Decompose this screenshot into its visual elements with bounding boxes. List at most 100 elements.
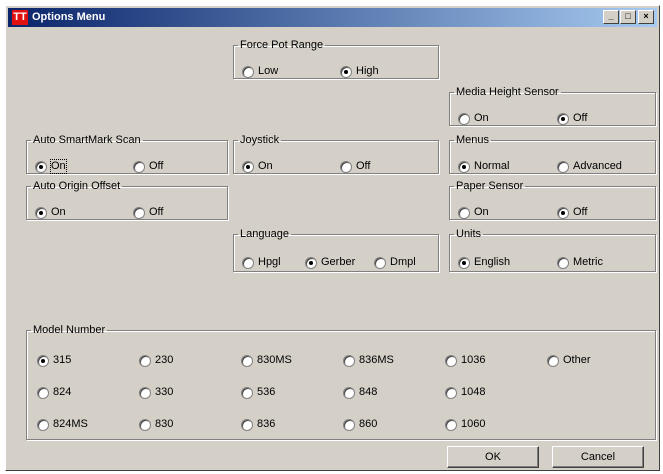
radio-label: Off bbox=[573, 112, 588, 124]
model-848-radio[interactable]: 848 bbox=[343, 386, 377, 399]
units-metric-radio[interactable]: Metric bbox=[557, 256, 603, 269]
ok-button[interactable]: OK bbox=[447, 446, 539, 468]
joystick-on-radio[interactable]: On bbox=[242, 160, 273, 173]
app-icon: TT bbox=[12, 10, 28, 25]
radio-circle[interactable] bbox=[305, 256, 317, 269]
radio-label: Off bbox=[573, 206, 588, 218]
radio-circle[interactable] bbox=[445, 354, 457, 367]
radio-label: 315 bbox=[53, 354, 72, 366]
radio-circle[interactable] bbox=[547, 354, 559, 367]
radio-label: Advanced bbox=[573, 160, 622, 172]
menus-normal-radio[interactable]: Normal bbox=[458, 160, 509, 173]
auto-smartmark-scan-group: Auto SmartMark Scan On Off bbox=[26, 134, 228, 174]
joystick-off-radio[interactable]: Off bbox=[340, 160, 370, 173]
paper-sensor-off-radio[interactable]: Off bbox=[557, 206, 587, 219]
radio-circle[interactable] bbox=[35, 206, 47, 219]
force-pot-range-low-radio[interactable]: Low bbox=[242, 65, 278, 78]
radio-circle[interactable] bbox=[242, 160, 254, 173]
radio-label: 836MS bbox=[359, 354, 394, 366]
radio-circle[interactable] bbox=[343, 354, 355, 367]
radio-circle[interactable] bbox=[241, 386, 253, 399]
radio-circle[interactable] bbox=[557, 160, 569, 173]
close-button[interactable]: × bbox=[638, 10, 654, 24]
model-836ms-radio[interactable]: 836MS bbox=[343, 354, 394, 367]
radio-label: On bbox=[474, 112, 489, 124]
radio-label: 1036 bbox=[461, 354, 486, 366]
auto-smartmark-scan-off-radio[interactable]: Off bbox=[133, 160, 163, 173]
maximize-button[interactable]: □ bbox=[620, 10, 636, 24]
auto-origin-offset-on-radio[interactable]: On bbox=[35, 206, 66, 219]
model-836-radio[interactable]: 836 bbox=[241, 418, 275, 431]
radio-circle[interactable] bbox=[458, 112, 470, 125]
model-824ms-radio[interactable]: 824MS bbox=[37, 418, 88, 431]
model-number-label: Model Number bbox=[33, 324, 106, 336]
media-height-sensor-on-radio[interactable]: On bbox=[458, 112, 489, 125]
radio-circle[interactable] bbox=[37, 386, 49, 399]
radio-circle[interactable] bbox=[374, 256, 386, 269]
language-hpgl-radio[interactable]: Hpgl bbox=[242, 256, 281, 269]
radio-circle[interactable] bbox=[139, 386, 151, 399]
radio-circle[interactable] bbox=[139, 418, 151, 431]
model-330-radio[interactable]: 330 bbox=[139, 386, 173, 399]
cancel-button[interactable]: Cancel bbox=[552, 446, 644, 468]
auto-origin-offset-group: Auto Origin Offset On Off bbox=[26, 180, 228, 220]
radio-label: 536 bbox=[257, 386, 276, 398]
model-830ms-radio[interactable]: 830MS bbox=[241, 354, 292, 367]
radio-label: 830MS bbox=[257, 354, 292, 366]
model-315-radio[interactable]: 315 bbox=[37, 354, 71, 367]
paper-sensor-on-radio[interactable]: On bbox=[458, 206, 489, 219]
units-english-radio[interactable]: English bbox=[458, 256, 510, 269]
radio-circle[interactable] bbox=[340, 65, 352, 78]
media-height-sensor-off-radio[interactable]: Off bbox=[557, 112, 587, 125]
radio-circle[interactable] bbox=[242, 256, 254, 269]
language-gerber-radio[interactable]: Gerber bbox=[305, 256, 355, 269]
menus-advanced-radio[interactable]: Advanced bbox=[557, 160, 622, 173]
radio-circle[interactable] bbox=[445, 418, 457, 431]
radio-label: English bbox=[474, 256, 511, 268]
radio-circle[interactable] bbox=[557, 256, 569, 269]
radio-circle[interactable] bbox=[37, 354, 49, 367]
radio-label: Low bbox=[258, 65, 279, 77]
minimize-button[interactable]: _ bbox=[603, 10, 619, 24]
radio-label: Dmpl bbox=[390, 256, 416, 268]
radio-circle[interactable] bbox=[139, 354, 151, 367]
radio-label: 230 bbox=[155, 354, 174, 366]
radio-circle[interactable] bbox=[557, 206, 569, 219]
model-1060-radio[interactable]: 1060 bbox=[445, 418, 485, 431]
radio-circle[interactable] bbox=[133, 160, 145, 173]
model-230-radio[interactable]: 230 bbox=[139, 354, 173, 367]
model-other-radio[interactable]: Other bbox=[547, 354, 591, 367]
title-bar[interactable]: TT Options Menu _ □ × bbox=[8, 8, 657, 27]
radio-circle[interactable] bbox=[343, 418, 355, 431]
radio-circle[interactable] bbox=[557, 112, 569, 125]
radio-circle[interactable] bbox=[241, 418, 253, 431]
auto-origin-offset-off-radio[interactable]: Off bbox=[133, 206, 163, 219]
language-group: Language Hpgl Gerber Dmpl bbox=[233, 228, 439, 272]
radio-circle[interactable] bbox=[445, 386, 457, 399]
radio-circle[interactable] bbox=[458, 160, 470, 173]
radio-circle[interactable] bbox=[242, 65, 254, 78]
language-dmpl-radio[interactable]: Dmpl bbox=[374, 256, 416, 269]
model-830-radio[interactable]: 830 bbox=[139, 418, 173, 431]
radio-circle[interactable] bbox=[133, 206, 145, 219]
radio-circle[interactable] bbox=[35, 160, 47, 173]
radio-label: Off bbox=[149, 160, 164, 172]
model-536-radio[interactable]: 536 bbox=[241, 386, 275, 399]
radio-circle[interactable] bbox=[241, 354, 253, 367]
model-1036-radio[interactable]: 1036 bbox=[445, 354, 485, 367]
radio-circle[interactable] bbox=[340, 160, 352, 173]
auto-smartmark-scan-label: Auto SmartMark Scan bbox=[33, 134, 141, 146]
force-pot-range-high-radio[interactable]: High bbox=[340, 65, 379, 78]
radio-label: Metric bbox=[573, 256, 603, 268]
joystick-group: Joystick On Off bbox=[233, 134, 439, 174]
force-pot-range-group: Force Pot Range Low High bbox=[233, 39, 439, 79]
radio-circle[interactable] bbox=[458, 256, 470, 269]
model-860-radio[interactable]: 860 bbox=[343, 418, 377, 431]
radio-circle[interactable] bbox=[458, 206, 470, 219]
radio-circle[interactable] bbox=[343, 386, 355, 399]
radio-circle[interactable] bbox=[37, 418, 49, 431]
auto-smartmark-scan-on-radio[interactable]: On bbox=[35, 159, 67, 174]
radio-label: On bbox=[258, 160, 273, 172]
model-824-radio[interactable]: 824 bbox=[37, 386, 71, 399]
model-1048-radio[interactable]: 1048 bbox=[445, 386, 485, 399]
